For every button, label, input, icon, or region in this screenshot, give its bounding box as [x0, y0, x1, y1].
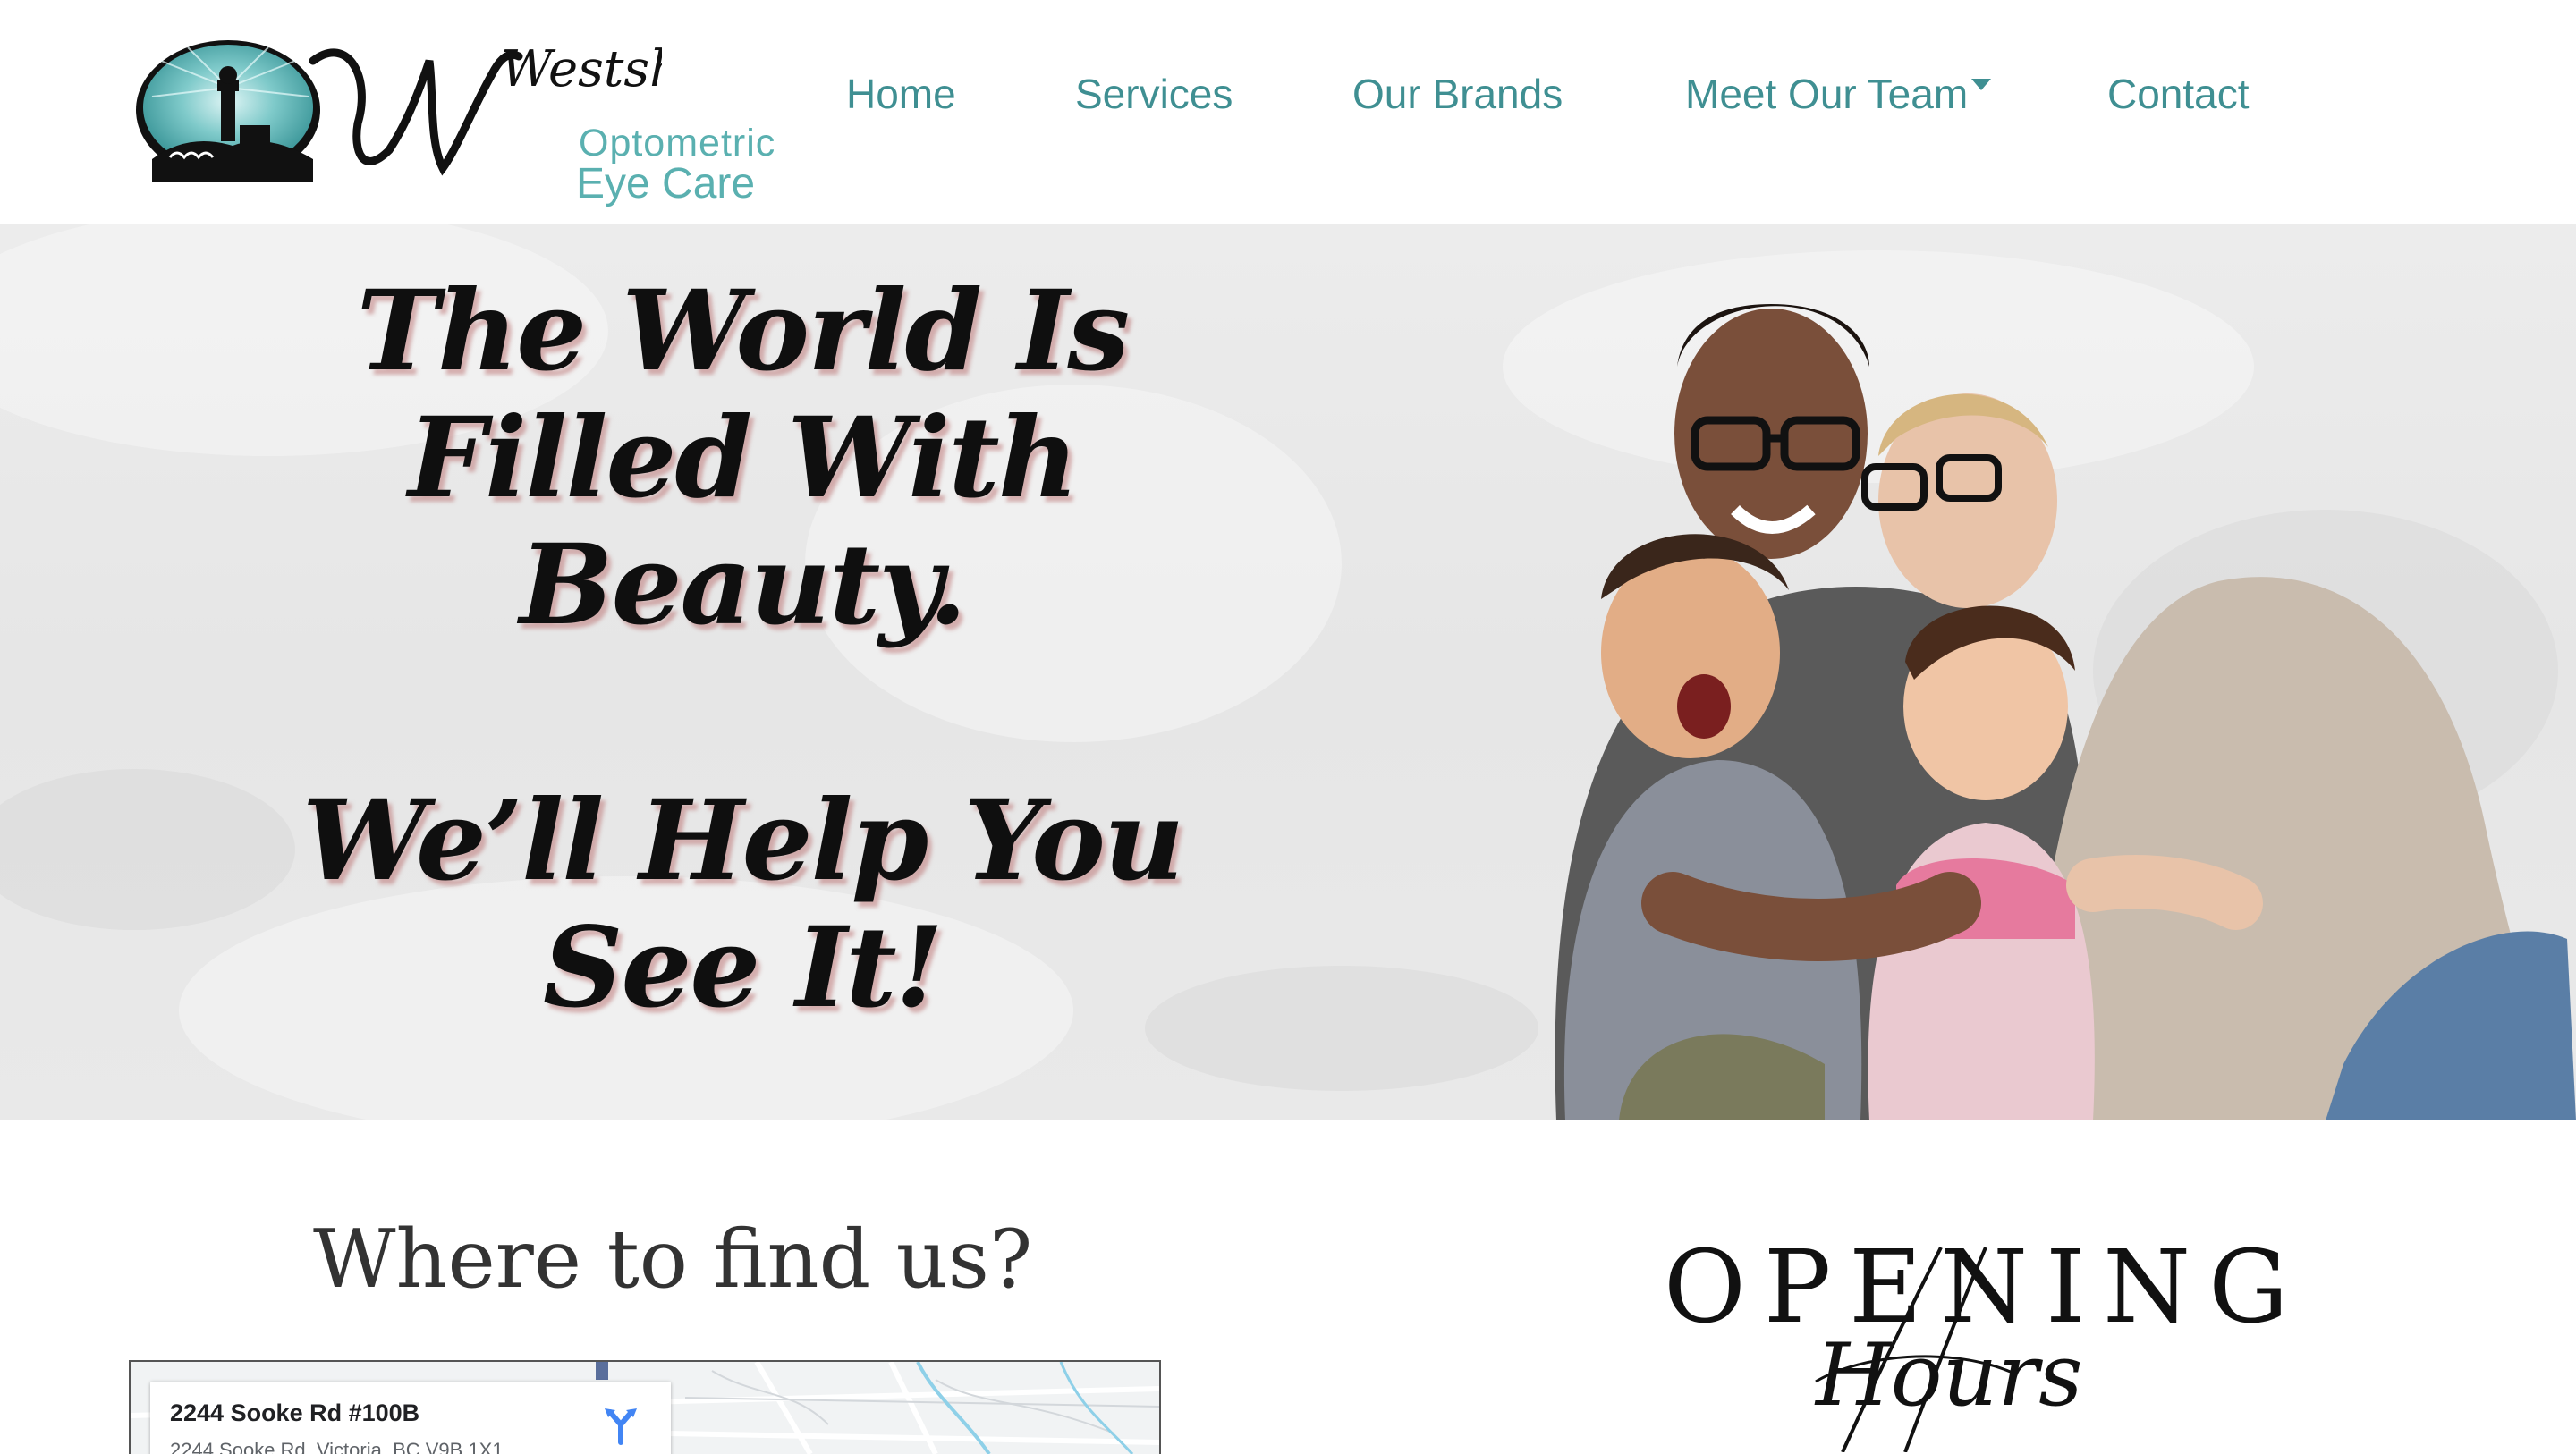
google-map-embed[interactable]: 2244 Sooke Rd #100B 2244 Sooke Rd, Victo…: [129, 1360, 1161, 1454]
site-header: Westshore Optometric Eye Care Home Servi…: [0, 0, 2576, 224]
map-info-card: 2244 Sooke Rd #100B 2244 Sooke Rd, Victo…: [150, 1382, 671, 1454]
caret-down-icon: [1971, 79, 1992, 91]
nav-home[interactable]: Home: [846, 70, 956, 118]
family-photo: [1555, 304, 2576, 1120]
logo-script: Westshore: [501, 40, 662, 98]
hero-headline-line2: Filled With: [408, 393, 1079, 523]
nav-contact[interactable]: Contact: [2107, 70, 2250, 118]
hero-headline-line5: See It!: [542, 903, 944, 1033]
site-logo[interactable]: Westshore Optometric Eye Care: [134, 25, 775, 207]
directions-icon[interactable]: [599, 1403, 642, 1446]
map-address-title: 2244 Sooke Rd #100B: [170, 1399, 420, 1426]
nav-meet-our-team[interactable]: Meet Our Team: [1685, 70, 1992, 118]
nav-our-brands[interactable]: Our Brands: [1352, 70, 1563, 118]
hero-headline-line1: The World Is: [356, 266, 1130, 396]
nav-meet-our-team-label: Meet Our Team: [1685, 71, 1969, 117]
hero-headline-line4: We’ll Help You: [301, 776, 1184, 906]
hero-headline-line3: Beauty.: [519, 520, 967, 650]
hero-banner: The World Is Filled With Beauty. We’ll H…: [0, 224, 2576, 1120]
where-to-find-us-heading: Where to find us?: [313, 1213, 1033, 1306]
logo-eye-care-text: Eye Care: [576, 160, 756, 207]
hours-script-heading: Hours: [1816, 1325, 2083, 1425]
map-address-line: 2244 Sooke Rd, Victoria, BC V9B 1X1: [170, 1439, 504, 1454]
nav-services[interactable]: Services: [1075, 70, 1233, 118]
